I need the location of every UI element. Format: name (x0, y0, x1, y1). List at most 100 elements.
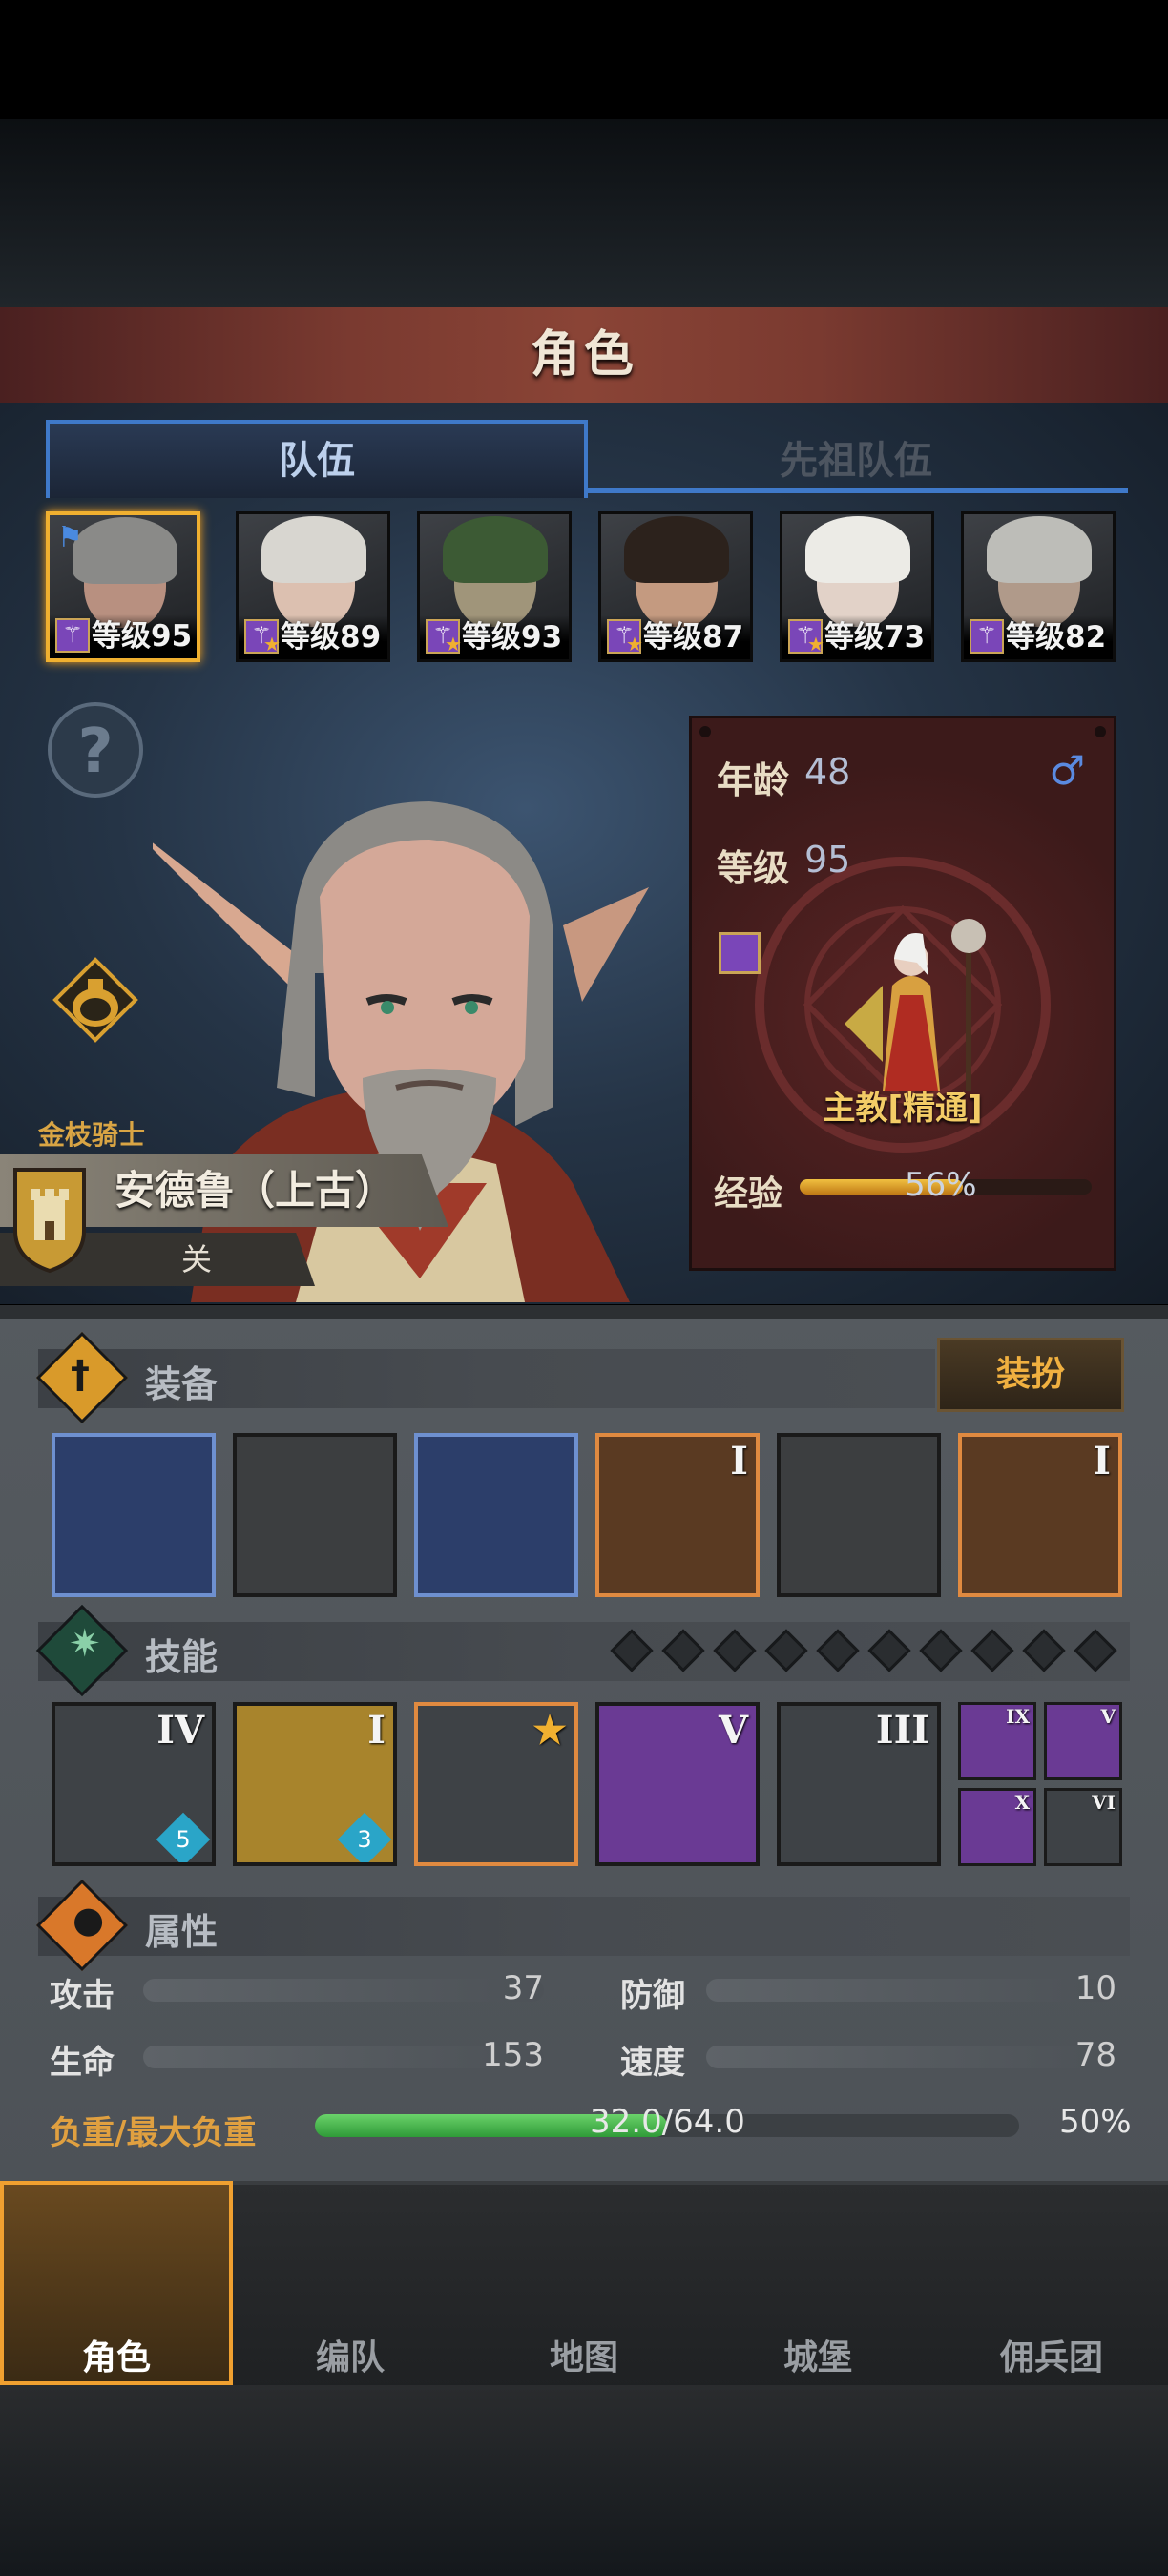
compass-map-icon (527, 2210, 641, 2324)
hero-card[interactable]: ⚚ ★ 等级73 (780, 511, 934, 662)
skill-slot[interactable]: I3 (233, 1702, 397, 1866)
equipment-slot[interactable] (233, 1433, 397, 1597)
equipment-slot[interactable] (777, 1433, 941, 1597)
potion-icon[interactable] (50, 954, 141, 1046)
tier-label: I (367, 1708, 386, 1753)
skills-title: 技能 (145, 1636, 219, 1678)
skill-slot[interactable]: V (595, 1702, 760, 1866)
tier-label: ★ (532, 1708, 567, 1753)
tier-label: X (1014, 1791, 1030, 1814)
tab-ancestor-party[interactable]: 先祖队伍 (584, 424, 1128, 498)
hero-hair (261, 516, 366, 583)
hero-level: 等级73 (824, 620, 926, 654)
class-staff-icon[interactable] (719, 932, 761, 974)
gem-level-badge: 3 (337, 1812, 392, 1862)
nav-item[interactable]: 编队 (234, 2181, 467, 2385)
equipment-title: 装备 (145, 1363, 219, 1405)
status-bar-area (0, 0, 1168, 119)
nav-label: 佣兵团 (999, 2338, 1103, 2378)
tier-label: I (730, 1439, 748, 1484)
tab-party[interactable]: 队伍 (46, 420, 588, 498)
equipment-slot[interactable]: I (958, 1433, 1122, 1597)
character-subtitle: 关 (181, 1241, 213, 1278)
top-background (0, 119, 1168, 310)
tab-underline (584, 488, 1128, 493)
tower-shield-emblem-icon (13, 1168, 86, 1274)
page-title: 角色 (530, 326, 637, 384)
equipment-slot[interactable]: I (595, 1433, 760, 1597)
health-label: 生命 (50, 2044, 115, 2082)
load-percent: 50% (1059, 2103, 1132, 2141)
health-value: 153 (482, 2036, 544, 2074)
star-glyph: ✷ (69, 1622, 101, 1666)
hero-level: 等级95 (92, 619, 193, 654)
hero-level: 等级89 (281, 620, 382, 654)
exp-label: 经验 (714, 1174, 783, 1214)
panel-divider (0, 1305, 1168, 1319)
passive-skill-slot[interactable]: X (958, 1788, 1036, 1866)
bottom-background (0, 2385, 1168, 2576)
hero-hair (624, 516, 729, 583)
dagger-glyph: † (71, 1353, 90, 1397)
knight-title-label: 金枝骑士 (38, 1119, 146, 1151)
passive-skill-slot[interactable]: IX (958, 1702, 1036, 1780)
speed-value: 78 (1074, 2036, 1116, 2074)
help-button[interactable]: ? (48, 702, 143, 798)
tier-label: I (1093, 1439, 1111, 1484)
nav-item[interactable]: 佣兵团 (935, 2181, 1168, 2385)
speed-label: 速度 (620, 2044, 685, 2082)
gem-level: 3 (357, 1826, 372, 1853)
skill-slot[interactable]: ★ (414, 1702, 578, 1866)
defense-label: 防御 (620, 1977, 685, 2015)
tier-label: IX (1006, 1705, 1030, 1728)
tier-label: IV (156, 1708, 204, 1753)
nav-item[interactable]: 角色 (0, 2181, 233, 2385)
star-icon: ★ (445, 633, 462, 655)
star-icon: ★ (807, 633, 824, 655)
skill-slot[interactable]: IV 5 (52, 1702, 216, 1866)
level-value: 95 (804, 839, 851, 881)
exp-percent: 56% (905, 1166, 977, 1204)
person-glyph: ● (73, 1899, 105, 1941)
nav-label: 角色 (81, 2338, 151, 2378)
nav-label: 城堡 (782, 2338, 852, 2378)
passive-skill-slot[interactable]: VI (1044, 1788, 1122, 1866)
nav-label: 编队 (315, 2338, 385, 2378)
hero-hair (73, 517, 177, 584)
armored-knight-icon (293, 2210, 407, 2324)
dress-up-button[interactable]: 装扮 (937, 1338, 1124, 1412)
load-value: 32.0/64.0 (590, 2103, 745, 2141)
hero-hair (987, 516, 1092, 583)
team-leader-flag-icon: ⚑ (57, 521, 83, 554)
bishop-figure (845, 919, 986, 1091)
knight-helmet-icon (59, 2210, 174, 2324)
mercenary-banner-icon (994, 2210, 1109, 2324)
hero-card[interactable]: ⚚ 等级82 (961, 511, 1116, 662)
character-name[interactable]: 安德鲁（上古） (115, 1154, 395, 1227)
attack-value: 37 (502, 1969, 544, 2007)
hero-card[interactable]: ⚚ ★ 等级87 (598, 511, 753, 662)
castle-icon (761, 2210, 875, 2324)
nav-item[interactable]: 城堡 (701, 2181, 934, 2385)
star-icon: ★ (263, 633, 281, 655)
male-gender-icon: ♂ (1049, 747, 1085, 794)
attack-label: 攻击 (50, 1977, 115, 2015)
tier-label: V (1100, 1705, 1116, 1728)
gem-level: 5 (176, 1826, 191, 1853)
class-staff-icon: ⚚ (55, 618, 90, 653)
attributes-title: 属性 (145, 1911, 219, 1953)
equipment-slot[interactable] (414, 1433, 578, 1597)
class-staff-icon: ⚚ (970, 619, 1004, 654)
age-label: 年龄 (717, 759, 790, 801)
hero-level: 等级93 (462, 620, 563, 654)
skill-slot[interactable]: III (777, 1702, 941, 1866)
hero-card[interactable]: ⚚ ★ 等级93 (417, 511, 572, 662)
equipment-slot[interactable] (52, 1433, 216, 1597)
nav-item[interactable]: 地图 (468, 2181, 700, 2385)
age-value: 48 (804, 751, 851, 793)
level-label: 等级 (717, 847, 790, 889)
hero-card[interactable]: ⚑ ⚚ 等级95 (46, 511, 200, 662)
passive-skill-slot[interactable]: V (1044, 1702, 1122, 1780)
tier-label: V (718, 1708, 748, 1753)
hero-card[interactable]: ⚚ ★ 等级89 (236, 511, 390, 662)
